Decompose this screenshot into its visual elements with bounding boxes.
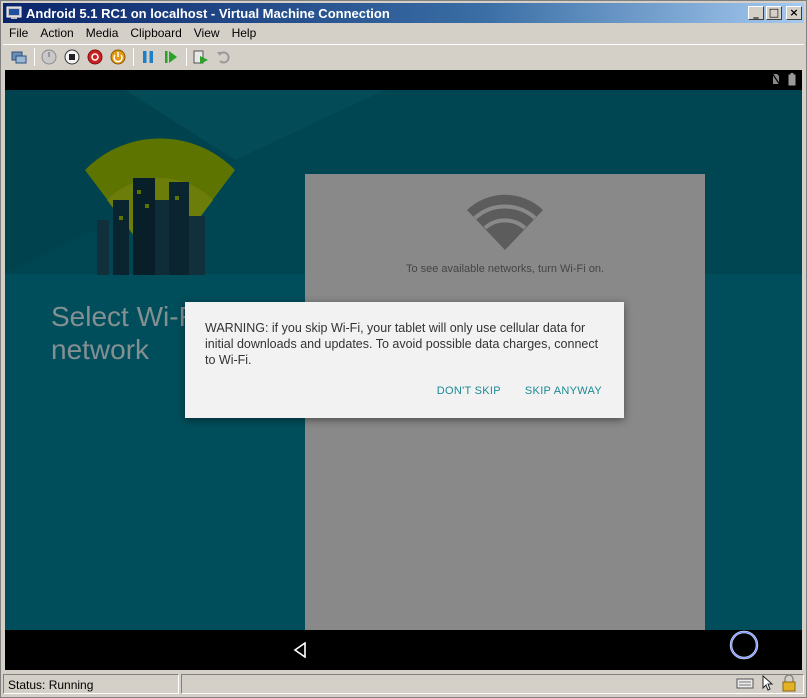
save-icon — [110, 49, 126, 64]
toolbar — [3, 44, 804, 68]
turn-off-button[interactable] — [62, 47, 82, 67]
status-panel — [181, 674, 804, 694]
menu-help[interactable]: Help — [226, 26, 263, 40]
skip-wifi-dialog: WARNING: if you skip Wi-Fi, your tablet … — [185, 302, 624, 418]
android-nav-bar — [5, 630, 802, 670]
turn-off-icon — [64, 49, 80, 64]
snapshot-icon — [193, 50, 208, 64]
status-text: Status: Running — [3, 674, 179, 694]
vm-display[interactable]: Select Wi-F network To see available net… — [5, 70, 802, 670]
menu-view[interactable]: View — [188, 26, 226, 40]
dont-skip-button[interactable]: DON'T SKIP — [437, 385, 501, 397]
start-button[interactable] — [39, 47, 59, 67]
resume-button[interactable] — [161, 47, 181, 67]
ctrl-alt-del-icon — [11, 51, 27, 63]
maximize-button[interactable]: □ — [766, 6, 782, 20]
minimize-button[interactable]: _ — [748, 6, 764, 20]
android-status-bar — [5, 70, 802, 90]
start-icon — [41, 49, 57, 64]
vm-connection-window: Android 5.1 RC1 on localhost - Virtual M… — [0, 0, 807, 698]
menu-file[interactable]: File — [3, 26, 34, 40]
toolbar-separator — [186, 47, 187, 66]
resume-icon — [165, 50, 177, 63]
dialog-message: WARNING: if you skip Wi-Fi, your tablet … — [205, 321, 599, 367]
toolbar-separator — [34, 47, 35, 66]
battery-icon — [788, 73, 796, 86]
mouse-icon — [762, 674, 774, 691]
shutdown-icon — [87, 49, 103, 64]
title-bar[interactable]: Android 5.1 RC1 on localhost - Virtual M… — [3, 3, 804, 23]
menu-bar: File Action Media Clipboard View Help — [3, 23, 804, 43]
close-button[interactable]: × — [786, 6, 802, 20]
menu-action[interactable]: Action — [34, 26, 79, 40]
no-sim-icon — [772, 73, 780, 85]
pause-icon — [143, 50, 153, 63]
lock-icon — [782, 674, 796, 692]
keyboard-icon — [736, 678, 754, 689]
revert-icon — [217, 51, 230, 63]
save-button[interactable] — [108, 47, 128, 67]
window-title: Android 5.1 RC1 on localhost - Virtual M… — [26, 5, 390, 21]
menu-media[interactable]: Media — [80, 26, 125, 40]
snapshot-button[interactable] — [191, 47, 211, 67]
home-icon[interactable] — [729, 630, 759, 660]
revert-button[interactable] — [214, 47, 234, 67]
pause-button[interactable] — [138, 47, 158, 67]
skip-anyway-button[interactable]: SKIP ANYWAY — [525, 385, 602, 397]
ctrl-alt-del-button[interactable] — [9, 47, 29, 67]
toolbar-separator — [133, 47, 134, 66]
vm-connection-icon — [6, 6, 22, 19]
status-bar: Status: Running — [3, 672, 804, 696]
shutdown-button[interactable] — [85, 47, 105, 67]
menu-clipboard[interactable]: Clipboard — [124, 26, 187, 40]
back-icon[interactable] — [293, 642, 307, 658]
